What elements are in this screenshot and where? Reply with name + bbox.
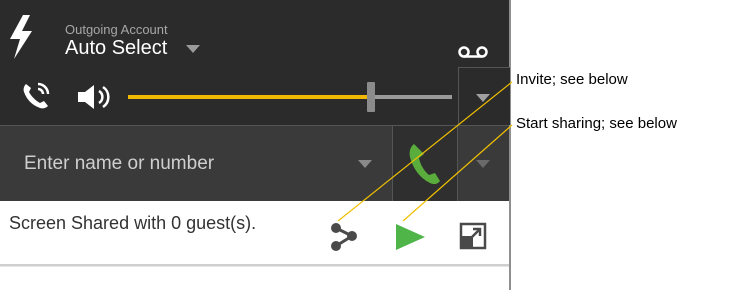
chevron-down-icon[interactable]: [358, 160, 372, 168]
volume-slider-thumb[interactable]: [367, 82, 375, 112]
dial-input[interactable]: [0, 126, 390, 202]
volume-slider[interactable]: [128, 82, 452, 112]
chevron-down-icon: [476, 160, 490, 168]
chevron-down-icon[interactable]: [186, 45, 200, 53]
phone-icon[interactable]: [20, 80, 52, 112]
invite-callout: Invite; see below: [516, 71, 628, 88]
speaker-icon[interactable]: [76, 82, 114, 112]
content-area: [0, 266, 509, 291]
outgoing-account-label: Outgoing Account: [65, 22, 168, 37]
account-select[interactable]: Auto Select: [65, 37, 167, 60]
softphone-panel: Outgoing Account Auto Select Enter name …: [0, 0, 511, 291]
share-status-text: Screen Shared with 0 guest(s).: [9, 213, 257, 233]
share-nodes-icon[interactable]: [330, 221, 358, 253]
volume-slider-fill: [128, 95, 367, 99]
audio-row: [0, 72, 509, 124]
account-row: Outgoing Account Auto Select: [0, 0, 509, 68]
voicemail-icon[interactable]: [458, 45, 488, 59]
dial-row: [0, 125, 509, 202]
call-options-dropdown[interactable]: [457, 126, 509, 202]
audio-options-dropdown[interactable]: [458, 67, 510, 125]
volume-slider-track: [375, 95, 452, 99]
phone-handset-icon: [409, 144, 440, 185]
call-button[interactable]: [392, 126, 458, 202]
play-icon[interactable]: [392, 221, 428, 253]
chevron-down-icon: [476, 94, 490, 102]
popout-icon[interactable]: [458, 221, 488, 251]
start-sharing-callout: Start sharing; see below: [516, 115, 677, 132]
lightning-bolt-icon: [10, 15, 32, 59]
screen-share-row: Screen Shared with 0 guest(s).: [0, 201, 509, 266]
